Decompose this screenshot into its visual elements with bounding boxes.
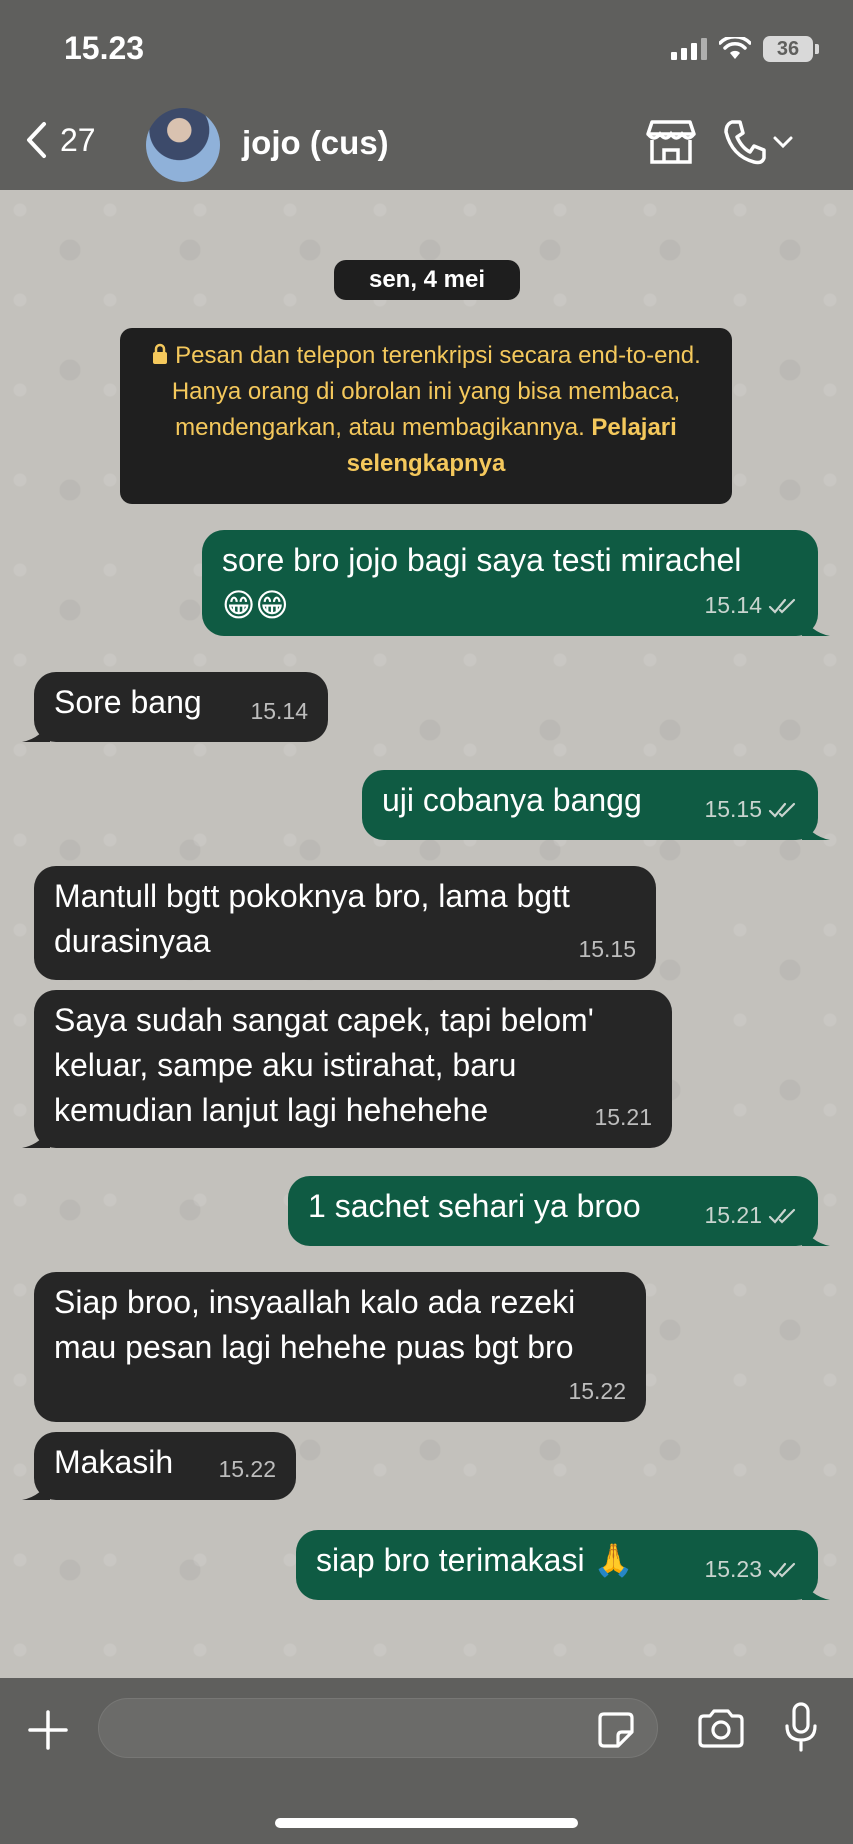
chat-area[interactable]: sen, 4 mei Pesan dan telepon terenkripsi… (0, 190, 853, 1678)
message-input[interactable] (98, 1698, 658, 1758)
bubble-tail (22, 720, 50, 742)
message-time: 15.23 (704, 1556, 762, 1582)
message-text: uji cobanya bangg (382, 782, 642, 818)
message-incoming[interactable]: Siap broo, insyaallah kalo ada rezeki ma… (34, 1272, 646, 1422)
message-meta: 15.15 (704, 787, 798, 832)
message-text: Siap broo, insyaallah kalo ada rezeki ma… (54, 1284, 576, 1365)
date-separator: sen, 4 mei (334, 260, 520, 300)
message-time: 15.15 (704, 796, 762, 822)
double-check-icon (768, 1208, 796, 1224)
message-text: Mantull bgtt pokoknya bro, lama bgtt dur… (54, 878, 570, 959)
wifi-icon (719, 37, 751, 59)
camera-icon[interactable] (696, 1708, 746, 1750)
chat-nav: 27 jojo (cus) (0, 100, 853, 190)
contact-name[interactable]: jojo (cus) (242, 124, 389, 162)
double-check-icon (768, 598, 796, 614)
message-time: 15.14 (704, 592, 762, 618)
message-meta: 15.15 (578, 927, 636, 972)
store-icon[interactable] (646, 118, 696, 166)
message-text: Sore bang (54, 684, 202, 720)
message-incoming[interactable]: Makasih 15.22 (22, 1432, 296, 1500)
message-meta: 15.14 (704, 583, 798, 628)
message-meta: 15.21 (704, 1193, 798, 1238)
message-meta: 15.23 (704, 1547, 798, 1592)
message-time: 15.15 (578, 936, 636, 962)
message-text: 1 sachet sehari ya broo (308, 1188, 641, 1224)
message-meta: 15.21 (594, 1095, 652, 1140)
message-time: 15.22 (568, 1378, 626, 1404)
message-text: sore bro jojo bagi saya testi mirachel 😁… (222, 542, 742, 623)
message-text: Saya sudah sangat capek, tapi belom' kel… (54, 1002, 594, 1128)
message-time: 15.22 (218, 1456, 276, 1482)
bubble-tail (802, 1578, 830, 1600)
message-incoming[interactable]: Mantull bgtt pokoknya bro, lama bgtt dur… (34, 866, 656, 980)
phone-icon[interactable] (722, 118, 766, 166)
bubble-tail (22, 1126, 50, 1148)
message-time: 15.14 (250, 698, 308, 724)
status-time: 15.23 (64, 30, 145, 66)
chevron-left-icon (27, 122, 46, 158)
bubble-tail (802, 818, 830, 840)
plus-icon[interactable] (28, 1710, 68, 1750)
message-incoming[interactable]: Sore bang 15.14 (22, 672, 328, 742)
message-meta: 15.22 (218, 1447, 276, 1492)
top-header: 15.23 36 27 jojo (cus) (0, 0, 853, 190)
composer-bar (0, 1678, 853, 1844)
double-check-icon (768, 1562, 796, 1578)
chevron-down-icon[interactable] (772, 134, 794, 150)
message-incoming[interactable]: Saya sudah sangat capek, tapi belom' kel… (22, 990, 672, 1148)
message-text: siap bro terimakasi 🙏 (316, 1542, 634, 1578)
sticker-icon[interactable] (596, 1710, 636, 1750)
signal-icon (671, 38, 707, 60)
bubble-tail (22, 1478, 50, 1500)
message-text: Makasih (54, 1444, 174, 1480)
message-outgoing[interactable]: 1 sachet sehari ya broo 15.21 (288, 1176, 830, 1246)
message-meta: 15.22 (568, 1369, 626, 1414)
bubble-tail (802, 1224, 830, 1246)
battery-icon: 36 (763, 36, 819, 62)
message-outgoing[interactable]: uji cobanya bangg 15.15 (362, 770, 830, 840)
encryption-notice[interactable]: Pesan dan telepon terenkripsi secara end… (120, 328, 732, 504)
mic-icon[interactable] (784, 1702, 818, 1754)
message-time: 15.21 (704, 1202, 762, 1228)
message-outgoing[interactable]: sore bro jojo bagi saya testi mirachel 😁… (202, 530, 830, 636)
home-indicator (275, 1818, 578, 1828)
message-outgoing[interactable]: siap bro terimakasi 🙏 15.23 (296, 1530, 830, 1600)
message-time: 15.21 (594, 1104, 652, 1130)
bubble-tail (802, 614, 830, 636)
lock-icon (153, 343, 168, 364)
avatar[interactable] (146, 108, 220, 182)
unread-count: 27 (60, 121, 96, 158)
message-meta: 15.14 (250, 689, 308, 734)
double-check-icon (768, 802, 796, 818)
status-icons: 36 (671, 32, 819, 66)
back-button[interactable]: 27 (24, 120, 96, 160)
